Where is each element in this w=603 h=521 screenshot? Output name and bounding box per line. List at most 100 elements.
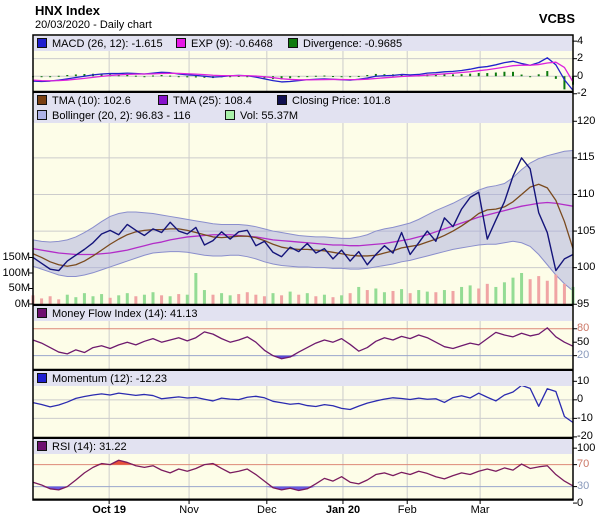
volume-bar — [443, 290, 446, 304]
volume-bar — [117, 295, 120, 304]
legend-label: Vol: 55.37M — [240, 110, 298, 122]
volume-bar — [220, 293, 223, 304]
divergence-bar — [486, 73, 488, 76]
legend-item-price-1: TMA (25): 108.4 — [158, 94, 252, 108]
y-tick-label: 4 — [577, 36, 583, 47]
volume-bar — [520, 273, 523, 304]
y-tick-label: 0 — [577, 71, 583, 82]
volume-bar — [434, 292, 437, 304]
divergence-bar — [49, 76, 51, 77]
legend-label: TMA (10): 102.6 — [52, 95, 131, 107]
divergence-bar — [169, 76, 171, 77]
legend-strip-mfi: Money Flow Index (14): 41.13 — [34, 306, 572, 321]
y-tick-label: 70 — [577, 459, 589, 470]
legend-label: Divergence: -0.9685 — [303, 38, 402, 50]
divergence-bar — [538, 74, 540, 76]
volume-bar — [554, 275, 557, 304]
volume-bar — [314, 296, 317, 304]
legend-label: Momentum (12): -12.23 — [52, 373, 167, 385]
volume-bar — [134, 296, 137, 304]
legend-swatch — [37, 38, 47, 48]
volume-bar — [460, 287, 463, 304]
y-tick-label: 95 — [577, 299, 589, 310]
divergence-bar — [315, 76, 317, 77]
volume-bar — [409, 293, 412, 304]
volume-bar — [452, 291, 455, 304]
legend-item-price-0: TMA (10): 102.6 — [37, 94, 131, 108]
volume-tick-label: 150M — [2, 252, 30, 263]
divergence-bar — [58, 76, 60, 77]
y-tick-label: 100 — [577, 443, 595, 454]
y-tick-label: 0 — [577, 394, 583, 405]
legend-swatch — [37, 110, 47, 120]
y-tick-label: 115 — [577, 152, 595, 163]
volume-bar — [203, 290, 206, 304]
volume-bar — [83, 293, 86, 304]
legend-label: Closing Price: 101.8 — [292, 95, 390, 107]
volume-bar — [280, 295, 283, 304]
divergence-bar — [529, 76, 531, 77]
divergence-bar — [75, 74, 77, 76]
volume-bar — [357, 287, 360, 304]
volume-bar — [160, 295, 163, 304]
volume-bar — [74, 297, 77, 304]
volume-bar — [57, 299, 60, 304]
volume-bar — [169, 296, 172, 304]
divergence-bar — [332, 76, 334, 77]
legend-item-price-4: Vol: 55.37M — [225, 109, 298, 123]
volume-bar — [194, 273, 197, 304]
divergence-bar — [452, 74, 454, 76]
volume-bar — [229, 295, 232, 304]
volume-bar — [503, 282, 506, 304]
x-axis-label: Oct 19 — [92, 504, 126, 516]
legend-strip-macd: MACD (26, 12): -1.615EXP (9): -0.6468Div… — [34, 36, 572, 51]
volume-bar — [366, 290, 369, 304]
divergence-bar — [521, 75, 523, 77]
y-tick-label: 120 — [577, 116, 595, 127]
volume-bar — [306, 293, 309, 304]
volume-bar — [323, 295, 326, 304]
legend-swatch — [37, 373, 47, 383]
divergence-bar — [349, 76, 351, 77]
volume-bar — [246, 292, 249, 304]
legend-label: MACD (26, 12): -1.615 — [52, 38, 163, 50]
divergence-bar — [323, 76, 325, 77]
legend-swatch — [176, 38, 186, 48]
legend-item-macd-0: MACD (26, 12): -1.615 — [37, 37, 163, 51]
volume-bar — [212, 295, 215, 304]
volume-bar — [340, 295, 343, 304]
volume-bar — [486, 284, 489, 304]
divergence-bar — [546, 71, 548, 76]
volume-bar — [469, 285, 472, 304]
y-tick-label: 10 — [577, 376, 589, 387]
volume-bar — [109, 298, 112, 304]
y-tick-label: 110 — [577, 189, 595, 200]
volume-bar — [272, 293, 275, 304]
volume-bar — [237, 294, 240, 304]
y-tick-label: 100 — [577, 262, 595, 273]
legend-item-momentum-0: Momentum (12): -12.23 — [37, 372, 167, 386]
x-axis-label: Feb — [398, 504, 417, 516]
volume-bar — [529, 279, 532, 304]
divergence-bar — [126, 75, 128, 76]
divergence-bar — [289, 76, 291, 78]
volume-bar — [374, 289, 377, 305]
divergence-bar — [195, 76, 197, 77]
divergence-bar — [161, 75, 163, 76]
volume-tick-label: 0M — [15, 299, 30, 310]
legend-swatch — [37, 308, 47, 318]
legend-swatch — [277, 95, 287, 105]
y-tick-label: 20 — [577, 350, 589, 361]
legend-label: Bollinger (20, 2): 96.83 - 116 — [52, 110, 191, 122]
divergence-bar — [358, 76, 360, 77]
volume-bar — [49, 296, 52, 304]
volume-bar — [392, 291, 395, 304]
divergence-bar — [186, 76, 188, 77]
legend-swatch — [225, 110, 235, 120]
chart-window: HNX Index 20/03/2020 - Daily chart VCBS … — [0, 0, 603, 521]
x-axis-label: Mar — [471, 504, 490, 516]
divergence-bar — [469, 74, 471, 77]
legend-swatch — [37, 95, 47, 105]
divergence-bar — [555, 76, 557, 79]
legend-item-price-3: Bollinger (20, 2): 96.83 - 116 — [37, 109, 191, 123]
